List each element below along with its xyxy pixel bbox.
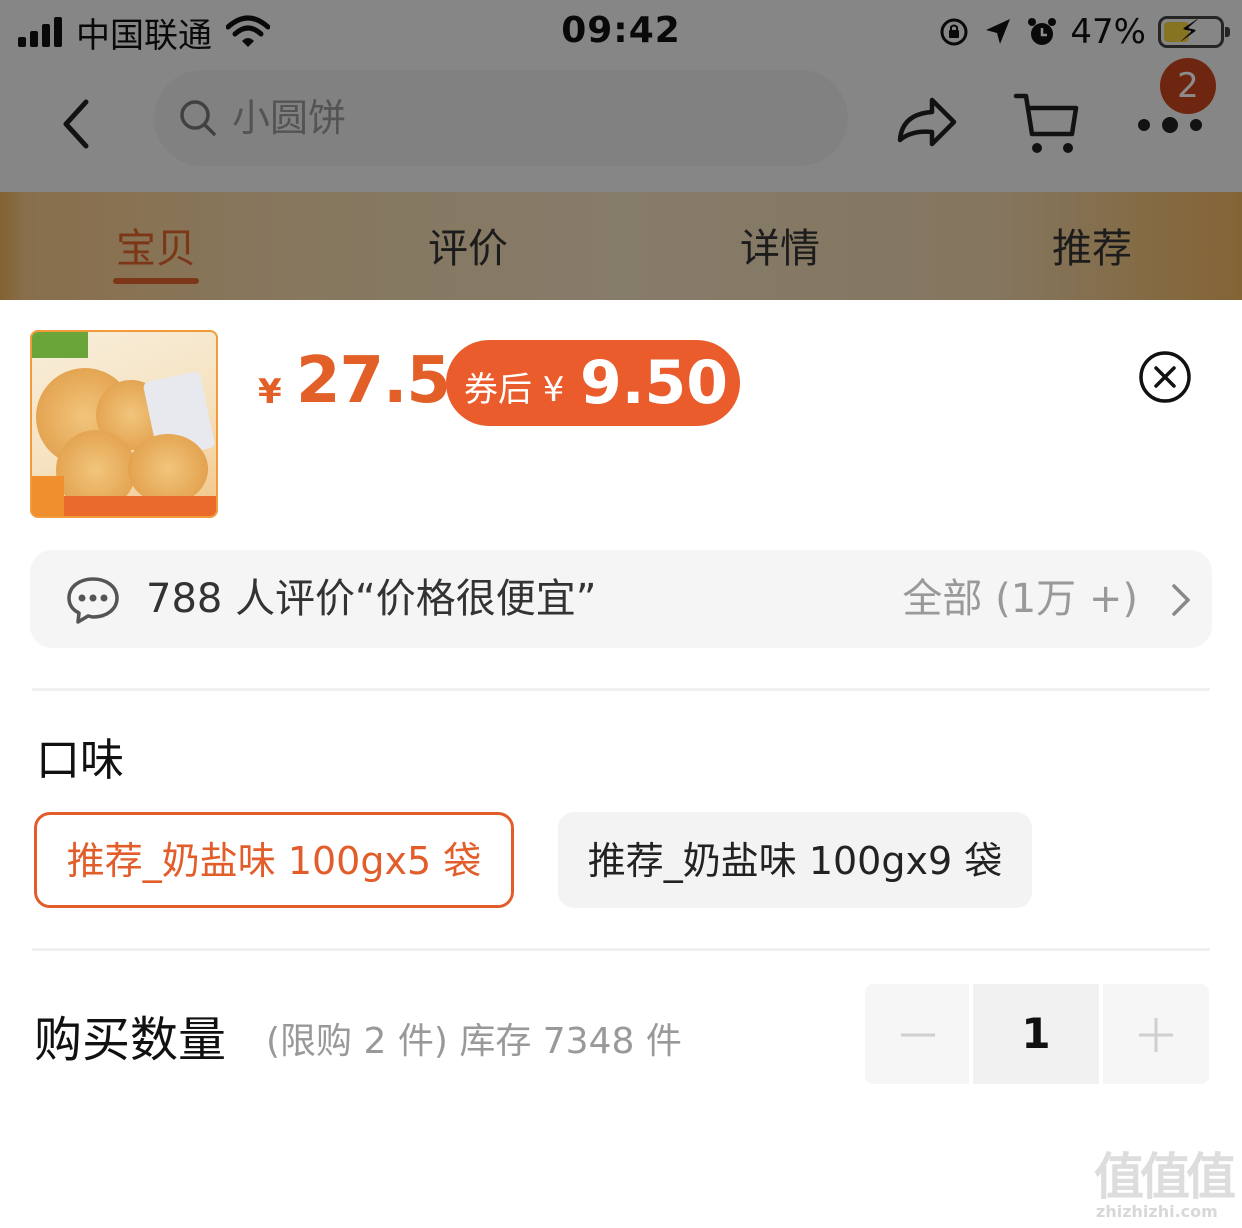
quantity-value[interactable]: 1: [973, 984, 1099, 1084]
minus-icon: [901, 1033, 935, 1037]
chevron-right-icon: [1172, 584, 1191, 616]
sku-sheet: ¥ 27.5 券后 ¥ 9.50 788 人评价“价格很便宜” 全部 (1万 +…: [0, 300, 1242, 1228]
chat-bubble-icon: [67, 577, 119, 624]
thumbnail-brand-tag: [32, 332, 88, 358]
quantity-decrease-button[interactable]: [865, 984, 969, 1084]
quantity-limit-stock: (限购 2 件) 库存 7348 件: [266, 1021, 682, 1062]
flavor-option-9-bags[interactable]: 推荐_奶盐味 100gx9 袋: [558, 812, 1032, 908]
watermark-logo: 值值值 zhizhizhi.com: [1094, 1148, 1236, 1222]
coupon-label: 券后 ¥: [464, 370, 565, 410]
coupon-price: 9.50: [580, 348, 729, 418]
quantity-stepper: 1: [865, 984, 1209, 1084]
thumbnail-corner-tag: [32, 476, 64, 516]
close-icon[interactable]: [1138, 350, 1192, 404]
dim-overlay[interactable]: [0, 0, 1242, 300]
coupon-price-badge: 券后 ¥ 9.50: [446, 340, 740, 426]
divider: [32, 948, 1210, 951]
flavor-option-5-bags[interactable]: 推荐_奶盐味 100gx5 袋: [34, 812, 514, 908]
divider: [32, 688, 1210, 691]
plus-icon: [1139, 1018, 1173, 1052]
product-thumbnail[interactable]: [30, 330, 218, 518]
price: 27.5: [296, 344, 451, 418]
quantity-title: 购买数量: [34, 1012, 227, 1068]
price-currency: ¥: [258, 372, 282, 412]
background-page: 中国联通 09:42 47% ⚡ 小圆饼 2 宝贝 评价 详情 推荐: [0, 0, 1242, 300]
review-summary-bar[interactable]: 788 人评价“价格很便宜” 全部 (1万 +): [30, 550, 1212, 648]
review-summary-text: 788 人评价“价格很便宜”: [146, 576, 597, 622]
watermark-glyphs: 值值值: [1094, 1148, 1236, 1206]
quantity-increase-button[interactable]: [1103, 984, 1209, 1084]
flavor-section-title: 口味: [36, 735, 124, 786]
review-all-link[interactable]: 全部 (1万 +): [902, 550, 1138, 648]
cookie-image: [128, 434, 208, 504]
watermark-url: zhizhizhi.com: [1096, 1202, 1218, 1221]
